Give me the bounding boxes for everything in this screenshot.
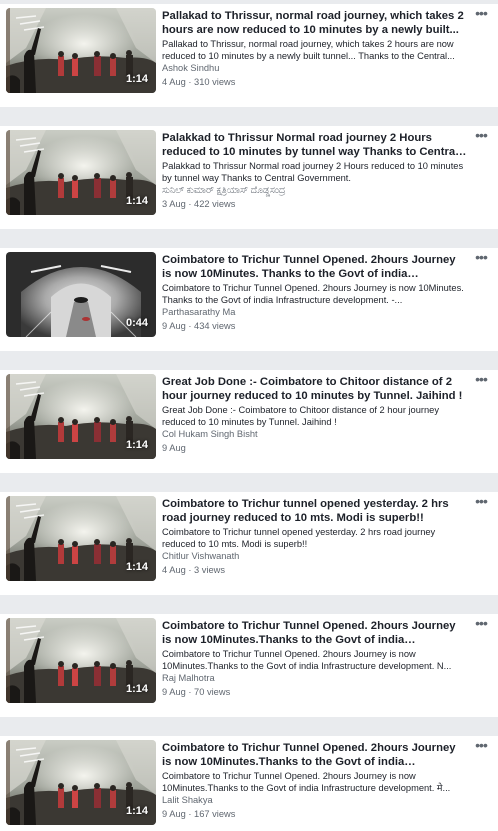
video-author[interactable]: Ashok Sindhu	[162, 62, 468, 74]
video-description: Coimbatore to Trichur tunnel opened yest…	[162, 527, 436, 549]
video-result-card[interactable]: 1:14 Coimbatore to Trichur Tunnel Opened.…	[0, 614, 498, 717]
video-duration: 0:44	[125, 317, 148, 329]
video-thumbnail[interactable]: 1:14	[6, 740, 156, 825]
video-meta: 9 Aug · 167 views	[162, 809, 236, 819]
video-info: Coimbatore to Trichur Tunnel Opened. 2ho…	[162, 619, 468, 698]
video-result-card[interactable]: 0:44 Coimbatore to Trichur Tunnel Opened.…	[0, 248, 498, 351]
video-meta: 4 Aug · 310 views	[162, 77, 236, 87]
video-info: Coimbatore to Trichur tunnel opened yest…	[162, 497, 468, 576]
video-description: Great Job Done :- Coimbatore to Chitoor …	[162, 405, 439, 427]
video-description: Coimbatore to Trichur Tunnel Opened. 2ho…	[162, 649, 452, 671]
video-thumbnail[interactable]: 0:44	[6, 252, 156, 337]
video-result-card[interactable]: 1:14 Pallakad to Thrissur, normal road jo…	[0, 4, 498, 107]
video-description: Coimbatore to Trichur Tunnel Opened. 2ho…	[162, 771, 451, 793]
video-info: Coimbatore to Trichur Tunnel Opened. 2ho…	[162, 253, 468, 332]
video-meta: 4 Aug · 3 views	[162, 565, 226, 575]
more-options-icon[interactable]: •••	[472, 6, 490, 20]
video-title[interactable]: Palakkad to Thrissur Normal road journey…	[162, 131, 468, 159]
video-result-card[interactable]: 1:14 Coimbatore to Trichur Tunnel Opened.…	[0, 736, 498, 831]
video-info: Great Job Done :- Coimbatore to Chitoor …	[162, 375, 468, 454]
video-author[interactable]: Parthasarathy Ma	[162, 306, 468, 318]
video-meta: 9 Aug · 70 views	[162, 687, 231, 697]
video-author[interactable]: Chitlur Vishwanath	[162, 550, 468, 562]
more-options-icon[interactable]: •••	[472, 250, 490, 264]
more-options-icon[interactable]: •••	[472, 616, 490, 630]
video-thumbnail[interactable]: 1:14	[6, 8, 156, 93]
video-result-card[interactable]: 1:14 Coimbatore to Trichur tunnel opened …	[0, 492, 498, 595]
video-title[interactable]: Coimbatore to Trichur Tunnel Opened. 2ho…	[162, 741, 468, 769]
video-description: Pallakad to Thrissur, normal road journe…	[162, 39, 455, 61]
video-results-feed: 1:14 Pallakad to Thrissur, normal road jo…	[0, 0, 498, 831]
video-author[interactable]: Lalit Shakya	[162, 794, 468, 806]
video-duration: 1:14	[125, 805, 148, 817]
video-description: Coimbatore to Trichur Tunnel Opened. 2ho…	[162, 283, 464, 305]
video-thumbnail[interactable]: 1:14	[6, 618, 156, 703]
video-duration: 1:14	[125, 561, 148, 573]
video-description: Palakkad to Thrissur Normal road journey…	[162, 161, 464, 183]
video-meta: 3 Aug · 422 views	[162, 199, 236, 209]
video-title[interactable]: Coimbatore to Trichur tunnel opened yest…	[162, 497, 468, 525]
video-result-card[interactable]: 1:14 Palakkad to Thrissur Normal road jou…	[0, 126, 498, 229]
video-title[interactable]: Coimbatore to Trichur Tunnel Opened. 2ho…	[162, 253, 468, 281]
video-duration: 1:14	[125, 73, 148, 85]
more-options-icon[interactable]: •••	[472, 738, 490, 752]
video-info: Coimbatore to Trichur Tunnel Opened. 2ho…	[162, 741, 468, 820]
video-duration: 1:14	[125, 439, 148, 451]
video-thumbnail[interactable]: 1:14	[6, 130, 156, 215]
video-title[interactable]: Coimbatore to Trichur Tunnel Opened. 2ho…	[162, 619, 468, 647]
more-options-icon[interactable]: •••	[472, 128, 490, 142]
video-author[interactable]: Col Hukam Singh Bisht	[162, 428, 468, 440]
video-title[interactable]: Great Job Done :- Coimbatore to Chitoor …	[162, 375, 468, 403]
more-options-icon[interactable]: •••	[472, 494, 490, 508]
video-author[interactable]: ಸುನಿಲ್ ಕುಮಾರ್ ಕ್ಷತ್ರಿಯಾಸ್ ದೊಡ್ಡಸಂದ್ರ	[162, 184, 468, 196]
video-info: Palakkad to Thrissur Normal road journey…	[162, 131, 468, 210]
video-info: Pallakad to Thrissur, normal road journe…	[162, 9, 468, 88]
video-thumbnail[interactable]: 1:14	[6, 374, 156, 459]
video-thumbnail[interactable]: 1:14	[6, 496, 156, 581]
video-meta: 9 Aug	[162, 443, 186, 453]
video-duration: 1:14	[125, 195, 148, 207]
video-author[interactable]: Raj Malhotra	[162, 672, 468, 684]
video-meta: 9 Aug · 434 views	[162, 321, 236, 331]
video-duration: 1:14	[125, 683, 148, 695]
video-title[interactable]: Pallakad to Thrissur, normal road journe…	[162, 9, 468, 37]
more-options-icon[interactable]: •••	[472, 372, 490, 386]
video-result-card[interactable]: 1:14 Great Job Done :- Coimbatore to Chit…	[0, 370, 498, 473]
